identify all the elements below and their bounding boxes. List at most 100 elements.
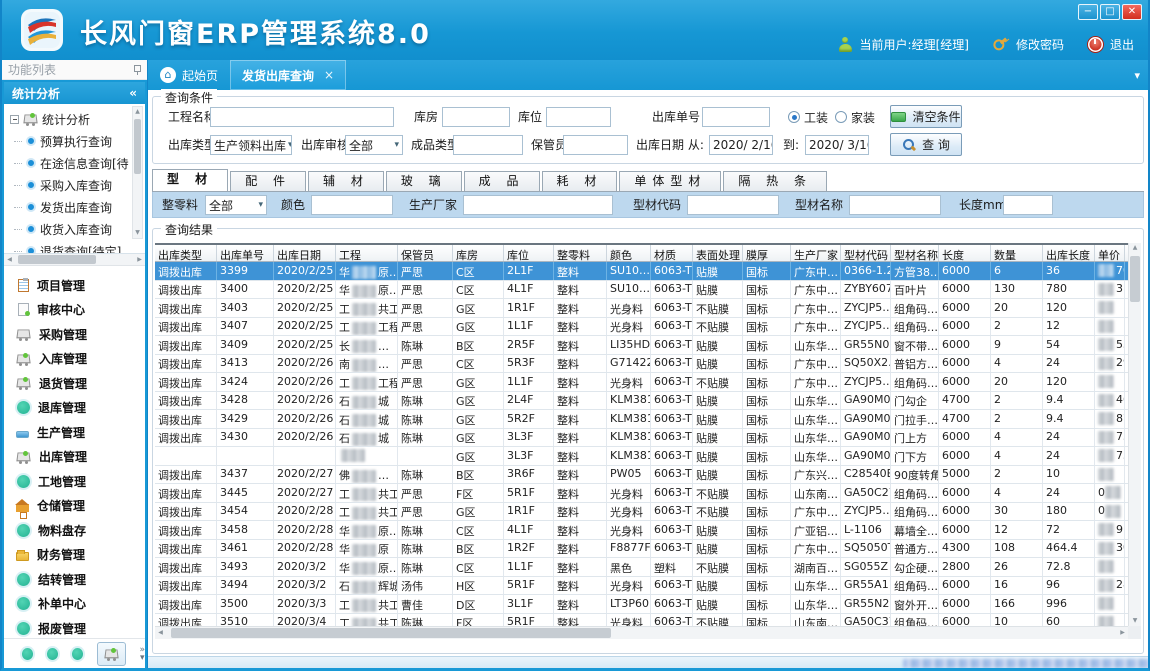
sidebar-menu-item[interactable]: 报废管理 bbox=[4, 616, 145, 641]
grid-header-cell[interactable]: 工程 bbox=[336, 245, 398, 261]
material-tab[interactable]: 隔 热 条 bbox=[723, 171, 827, 191]
material-tab[interactable]: 辅 材 bbox=[308, 171, 384, 191]
out-type-combo[interactable]: 生产领料出库 ▾ bbox=[210, 135, 292, 155]
dock-module-icon[interactable] bbox=[72, 648, 83, 660]
tab-close-icon[interactable]: × bbox=[324, 68, 334, 82]
color-input[interactable] bbox=[311, 195, 393, 215]
room-input[interactable] bbox=[442, 107, 510, 127]
sidebar-menu-item[interactable]: 补单中心 bbox=[4, 592, 145, 617]
location-input[interactable] bbox=[546, 107, 611, 127]
grid-header-cell[interactable]: 型材名称 bbox=[891, 245, 939, 261]
scroll-down-icon[interactable]: ▼ bbox=[1129, 616, 1141, 626]
grid-header-cell[interactable]: 型材代码 bbox=[841, 245, 891, 261]
dock-module-icon[interactable] bbox=[22, 648, 33, 660]
dock-cart-button[interactable] bbox=[97, 642, 125, 666]
scroll-left-icon[interactable]: ◀ bbox=[155, 627, 166, 639]
scroll-up-icon[interactable]: ▲ bbox=[133, 107, 142, 117]
change-password-link[interactable]: 修改密码 bbox=[1016, 36, 1064, 53]
table-row[interactable]: 调拨出库34072020/2/25工工程严思G区1L1F整料光身料6063-T5… bbox=[155, 318, 1141, 337]
close-button[interactable]: ✕ bbox=[1122, 4, 1142, 20]
product-type-input[interactable] bbox=[453, 135, 523, 155]
grid-header-cell[interactable]: 出库类型 bbox=[155, 245, 217, 261]
search-button[interactable]: 查 询 bbox=[890, 133, 962, 156]
grid-header-cell[interactable]: 膜厚 bbox=[743, 245, 791, 261]
table-row[interactable]: 调拨出库34582020/2/28华原…陈琳C区4L1F整料光身料6063-T5… bbox=[155, 521, 1141, 540]
scroll-right-icon[interactable]: ▶ bbox=[1117, 627, 1128, 639]
grid-header-cell[interactable]: 保管员 bbox=[398, 245, 453, 261]
grid-header-cell[interactable]: 单价 bbox=[1095, 245, 1125, 261]
grid-header-cell[interactable]: 表面处理 bbox=[693, 245, 743, 261]
table-row[interactable]: G区3L3F整料KLM38176063-T5贴膜国标山东华…GA90M09.门下… bbox=[155, 447, 1141, 466]
sidebar-menu-item[interactable]: 审核中心 bbox=[4, 298, 145, 323]
tree-vertical-scrollbar[interactable]: ▲ ▼ bbox=[132, 106, 143, 239]
sidebar-section-header[interactable]: 统计分析 « bbox=[4, 82, 145, 104]
keeper-input[interactable] bbox=[563, 135, 628, 155]
material-tab[interactable]: 型 材 bbox=[152, 169, 228, 191]
material-tab[interactable]: 配 件 bbox=[230, 171, 306, 191]
whole-part-combo[interactable]: 全部 ▾ bbox=[205, 195, 267, 215]
grid-header-cell[interactable]: 生产厂家 bbox=[791, 245, 841, 261]
project-name-input[interactable] bbox=[210, 107, 394, 127]
logout-link[interactable]: 退出 bbox=[1110, 36, 1134, 53]
table-row[interactable]: 调拨出库34372020/2/27佛…陈琳B区3R6F整料PW056063-T5… bbox=[155, 466, 1141, 485]
sidebar-menu-item[interactable]: 生产管理 bbox=[4, 420, 145, 445]
sidebar-menu-item[interactable]: 项目管理 bbox=[4, 273, 145, 298]
tree-root-node[interactable]: 统计分析 bbox=[10, 108, 131, 130]
maximize-button[interactable]: □ bbox=[1100, 4, 1120, 20]
table-row[interactable]: 调拨出库34242020/2/26工工程严思G区1L1F整料光身料6063-T5… bbox=[155, 373, 1141, 392]
sidebar-menu-item[interactable]: 仓储管理 bbox=[4, 494, 145, 519]
scrollbar-thumb[interactable] bbox=[18, 255, 96, 264]
tree-item[interactable]: 发货出库查询 bbox=[10, 196, 131, 218]
table-row[interactable]: 调拨出库34452020/2/27工共工程严思F区5R1F整料光身料6063-T… bbox=[155, 484, 1141, 503]
grid-vertical-scrollbar[interactable]: ▲ ▼ bbox=[1128, 243, 1141, 626]
table-row[interactable]: 调拨出库34292020/2/26石城陈琳G区5R2F整料KLM38176063… bbox=[155, 410, 1141, 429]
sidebar-menu-item[interactable]: 出库管理 bbox=[4, 445, 145, 470]
out-audit-combo[interactable]: 全部 ▾ bbox=[345, 135, 403, 155]
tabstrip-overflow-icon[interactable]: ▾ bbox=[1134, 69, 1148, 82]
tab-shipment-query[interactable]: 发货出库查询 × bbox=[230, 60, 346, 90]
dock-module-icon[interactable] bbox=[47, 648, 58, 660]
scroll-right-icon[interactable]: ▶ bbox=[134, 254, 145, 265]
material-tab[interactable]: 耗 材 bbox=[542, 171, 618, 191]
length-input[interactable] bbox=[1003, 195, 1053, 215]
table-row[interactable]: 调拨出库34282020/2/26石城陈琳G区2L4F整料KLM38176063… bbox=[155, 392, 1141, 411]
table-row[interactable]: 调拨出库34942020/3/2石辉城汤伟H区5R1F整料光身料6063-T5贴… bbox=[155, 577, 1141, 596]
sidebar-menu-item[interactable]: 退库管理 bbox=[4, 396, 145, 421]
material-tab[interactable]: 成 品 bbox=[464, 171, 540, 191]
sidebar-menu-item[interactable]: 结转管理 bbox=[4, 567, 145, 592]
minimize-button[interactable]: − bbox=[1078, 4, 1098, 20]
profile-name-input[interactable] bbox=[849, 195, 941, 215]
tree-horizontal-scrollbar[interactable]: ◀ ▶ bbox=[4, 254, 145, 266]
sidebar-menu-item[interactable]: 入库管理 bbox=[4, 347, 145, 372]
grid-header-cell[interactable]: 颜色 bbox=[607, 245, 651, 261]
grid-header-cell[interactable]: 库房 bbox=[453, 245, 504, 261]
material-tab[interactable]: 玻 璃 bbox=[386, 171, 462, 191]
material-tab[interactable]: 单体型材 bbox=[619, 171, 721, 191]
maker-input[interactable] bbox=[463, 195, 613, 215]
table-row[interactable]: 调拨出库33992020/2/25华原…严思C区2L1F整料SU10…6063-… bbox=[155, 262, 1141, 281]
table-row[interactable]: 调拨出库35002020/3/3工共工程曹佳D区3L1F整料LT3P606063… bbox=[155, 595, 1141, 614]
scroll-down-icon[interactable]: ▼ bbox=[133, 228, 142, 238]
table-row[interactable]: 调拨出库34032020/2/25工共工程严思G区1R1F整料光身料6063-T… bbox=[155, 299, 1141, 318]
sidebar-menu-item[interactable]: 采购管理 bbox=[4, 322, 145, 347]
table-row[interactable]: 调拨出库34932020/3/2华原…陈琳C区1L1F整料黑色塑料不贴膜国标湖南… bbox=[155, 558, 1141, 577]
pin-icon[interactable] bbox=[133, 65, 141, 75]
tree-item[interactable]: 采购入库查询 bbox=[10, 174, 131, 196]
table-row[interactable]: 调拨出库34612020/2/28华原陈琳B区1R2F整料F8877FT6063… bbox=[155, 540, 1141, 559]
grid-horizontal-scrollbar[interactable]: ◀ ▶ bbox=[155, 626, 1128, 639]
grid-header-cell[interactable]: 整零料 bbox=[554, 245, 607, 261]
table-row[interactable]: 调拨出库34542020/2/28工共工程严思G区1R1F整料光身料6063-T… bbox=[155, 503, 1141, 522]
radio-home[interactable]: 家装 bbox=[835, 107, 875, 127]
grid-header-cell[interactable]: 出库单号 bbox=[217, 245, 274, 261]
sidebar-menu-item[interactable]: 工地管理 bbox=[4, 469, 145, 494]
tree-item[interactable]: 预算执行查询 bbox=[10, 130, 131, 152]
tree-expander-icon[interactable] bbox=[10, 115, 19, 124]
scrollbar-thumb[interactable] bbox=[171, 628, 611, 638]
tab-home[interactable]: ⌂ 起始页 bbox=[148, 60, 230, 90]
grid-header-cell[interactable]: 出库长度 bbox=[1043, 245, 1095, 261]
table-row[interactable]: 调拨出库34002020/2/25华原…严思C区4L1F整料SU10…6063-… bbox=[155, 281, 1141, 300]
table-row[interactable]: 调拨出库34092020/2/25长…陈琳B区2R5F整料LI35HD6063-… bbox=[155, 336, 1141, 355]
grid-header-cell[interactable]: 出库日期 bbox=[274, 245, 336, 261]
profile-code-input[interactable] bbox=[687, 195, 779, 215]
tree-item[interactable]: 收货入库查询 bbox=[10, 218, 131, 240]
